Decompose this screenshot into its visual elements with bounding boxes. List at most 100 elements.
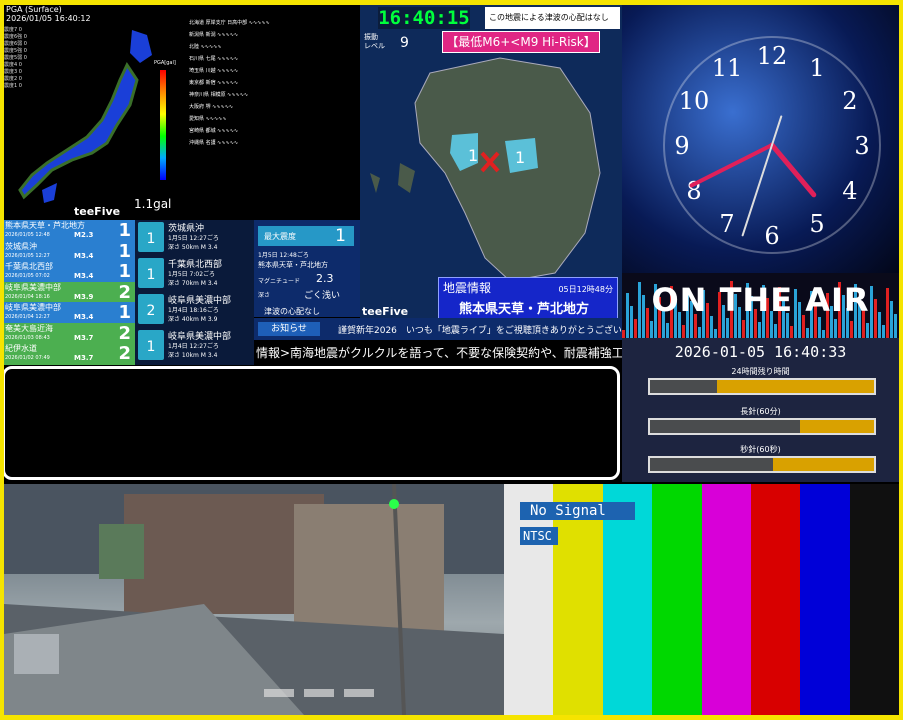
kyushu-map: 1 1	[370, 57, 601, 282]
eq-shindo: 1	[118, 240, 131, 262]
eq-card[interactable]: 2 岐阜県美濃中部 1月4日 18:16ごろ 深さ 40km M 3.9	[136, 292, 254, 328]
eq-card-time: 1月4日 18:16ごろ	[168, 307, 219, 314]
gal-value: 1.1gal	[134, 197, 172, 211]
teefive-logo: teeFive	[74, 205, 121, 218]
progress-fill	[650, 380, 718, 393]
waveform-label: 大阪府 堺 ∿∿∿∿∿	[189, 104, 234, 110]
eq-mag: M3.4	[74, 313, 94, 321]
audio-bar	[726, 318, 729, 338]
kyushu-map-panel: 1 1 16:40:15 この地震による津波の心配はなし 振動 レベル 9 【最…	[360, 5, 622, 320]
waveform-label: 北海道 厚岸支庁 日高中部 ∿∿∿∿∿	[189, 20, 270, 26]
audio-bar	[850, 321, 853, 338]
eq-date: 2026/01/05 12:27	[5, 252, 50, 259]
progress-bar	[648, 456, 876, 473]
waveform-label: 埼玉県 川越 ∿∿∿∿∿	[189, 68, 239, 74]
progress-bar	[648, 418, 876, 435]
notice-tag: お知らせ	[258, 322, 320, 336]
eq-date: 2026/01/04 12:27	[5, 314, 50, 320]
eq-shindo: 1	[118, 302, 131, 323]
hour-hand	[769, 142, 817, 198]
shindo-icon: 1	[138, 330, 164, 360]
eq-mag: M3.4	[74, 272, 94, 280]
audio-bar	[622, 330, 625, 338]
max-intensity-box: 最大震度 1	[258, 226, 354, 246]
blank-display-box	[2, 366, 620, 480]
progress-label: 長針(60分)	[740, 407, 781, 416]
eq-name: 熊本県天草・芦北地方	[5, 221, 85, 230]
eq-name: 岐阜県美濃中部	[5, 303, 61, 312]
camera-scene	[4, 484, 504, 715]
clock-numeral: 5	[809, 210, 824, 238]
eq-shindo: 1	[118, 220, 131, 241]
audio-bar	[742, 320, 745, 338]
tsunami-note: この地震による津波の心配はなし	[485, 7, 620, 29]
eq-card-depth: 深さ 10km M 3.4	[168, 352, 218, 359]
eq-list-row[interactable]: 岐阜県美濃中部 2026/01/04 18:16 M3.9 2	[4, 281, 135, 304]
eq-mag: M3.7	[74, 354, 94, 362]
earthquake-list: 熊本県天草・芦北地方 2026/01/05 12:48 M2.3 1 茨城県沖 2026/…	[4, 220, 254, 365]
audio-bar	[666, 323, 669, 338]
color-bar	[849, 484, 899, 715]
eq-date: 2026/01/05 07:02	[5, 273, 50, 279]
on-air-banner: ON THE AIR	[622, 273, 899, 338]
color-bar	[750, 484, 802, 715]
shindo-icon: 2	[138, 294, 164, 324]
eq-list-row[interactable]: 千葉県北西部 2026/01/05 07:02 M3.4 1	[4, 261, 135, 283]
audio-bar	[882, 325, 885, 338]
seismic-map-panel: PGA (Surface) 2026/01/05 16:40:12 震度7 0震…	[4, 5, 360, 220]
eq-date: 2026/01/02 07:49	[5, 355, 50, 361]
eq-date: 2026/01/04 18:16	[5, 293, 50, 300]
news-ticker: 情報>南海地震がクルクルを語って、不要な保険契約や、耐震補強工事	[254, 340, 622, 364]
depth-value: ごく浅い	[304, 291, 341, 301]
eq-list-row[interactable]: 奄美大島近海 2026/01/03 08:43 M3.7 2	[4, 322, 135, 345]
audio-bar	[806, 328, 809, 338]
risk-banner: 【最低M6+<M9 Hi-Risk】	[442, 31, 600, 53]
audio-bar	[818, 317, 821, 338]
shindo-icon: 1	[138, 222, 164, 252]
eq-card[interactable]: 1 岐阜県美濃中部 1月4日 12:27ごろ 深さ 10km M 3.4	[136, 328, 254, 364]
eq-list-row[interactable]: 茨城県沖 2026/01/05 12:27 M3.4 1	[4, 240, 135, 263]
eq-card[interactable]: 1 茨城県沖 1月5日 12:27ごろ 深さ 50km M 3.4	[136, 220, 254, 256]
clock-numeral: 6	[764, 222, 779, 250]
progress-fill	[650, 458, 774, 471]
waveform-label: 石川県 七尾 ∿∿∿∿∿	[189, 56, 239, 62]
scale-label: PGA[gal]	[154, 60, 176, 66]
clock-numeral: 3	[854, 132, 869, 160]
audio-bar	[698, 327, 701, 338]
eq-time: 1月5日 12:48ごろ	[258, 252, 309, 259]
clock-numeral: 4	[842, 177, 857, 205]
eq-mag: M3.4	[74, 251, 94, 260]
no-signal-label: No Signal	[520, 502, 635, 520]
magnitude-value: 2.3	[316, 272, 334, 285]
color-bar	[652, 484, 703, 715]
waveform-label: 愛知県 ∿∿∿∿∿	[189, 116, 227, 122]
eq-list-row[interactable]: 紀伊水道 2026/01/02 07:49 M3.7 2	[4, 343, 135, 365]
eq-region: 熊本県天草・芦北地方	[258, 261, 328, 269]
eq-list-row[interactable]: 熊本県天草・芦北地方 2026/01/05 12:48 M2.3 1	[4, 220, 135, 242]
waveform-label: 沖縄県 名護 ∿∿∿∿∿	[189, 140, 239, 146]
eq-list-row[interactable]: 岐阜県美濃中部 2026/01/04 12:27 M3.4 1	[4, 302, 135, 324]
pga-color-scale	[160, 70, 166, 180]
progress-fill	[650, 420, 801, 433]
clock-numeral: 1	[809, 54, 824, 82]
audio-bar	[682, 325, 685, 338]
eq-date: 2026/01/03 08:43	[5, 334, 50, 341]
audio-bar	[710, 316, 713, 338]
eq-name: 紀伊水道	[5, 344, 37, 353]
eq-shindo: 1	[118, 261, 131, 282]
eq-name: 茨城県沖	[5, 241, 37, 251]
waveform-label: 宮崎県 都城 ∿∿∿∿∿	[189, 128, 239, 134]
clock-numeral: 2	[842, 87, 857, 115]
clock-numeral: 12	[757, 42, 788, 70]
svg-text:1: 1	[515, 148, 525, 167]
color-bars-panel: No Signal NTSC	[504, 484, 899, 715]
eq-card-time: 1月4日 12:27ごろ	[168, 343, 219, 350]
progress-bar	[648, 378, 876, 395]
clock-numeral: 7	[719, 210, 734, 238]
waveform-label: 北陸 ∿∿∿∿∿	[189, 44, 222, 50]
audio-bar	[866, 323, 869, 338]
analog-clock: 12 1234567891011	[663, 36, 881, 254]
waveform-label: 神奈川県 相模原 ∿∿∿∿∿	[189, 92, 249, 98]
eq-card-depth: 深さ 40km M 3.9	[168, 316, 218, 323]
eq-card[interactable]: 1 千葉県北西部 1月5日 7:02ごろ 深さ 70km M 3.4	[136, 256, 254, 292]
